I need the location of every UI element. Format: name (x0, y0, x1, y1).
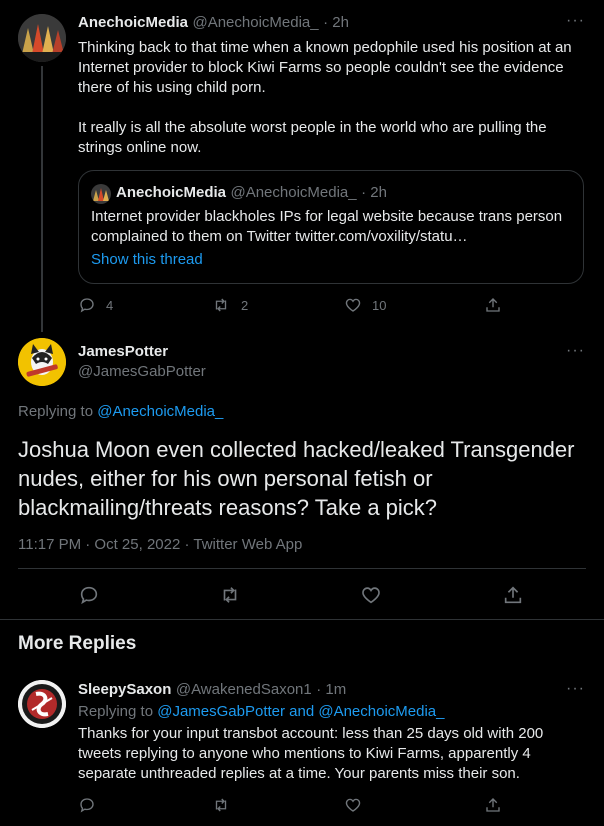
retweet-icon (223, 587, 237, 603)
tweet-timestamp[interactable]: 11:17 PM · Oct 25, 2022 · Twitter Web Ap… (18, 536, 302, 553)
replying-to: Replying to @AnechoicMedia_ (18, 403, 223, 420)
replying-to-link[interactable]: @AnechoicMedia_ (97, 403, 223, 420)
replying-to-label: Replying to (18, 403, 94, 420)
reply-button[interactable] (78, 584, 100, 606)
show-thread-link[interactable]: Show this thread (91, 251, 203, 268)
author-handle[interactable]: @JamesGabPotter (78, 363, 206, 380)
author-name[interactable]: SleepySaxon (78, 681, 171, 698)
like-button[interactable]: 10 (344, 296, 386, 314)
quote-time: · 2h (361, 184, 387, 201)
reply-icon (80, 298, 94, 313)
like-button[interactable] (344, 796, 362, 814)
more-options-icon[interactable]: ··· (566, 12, 585, 30)
tweet-text: Thinking back to that time when a known … (78, 38, 583, 158)
replying-to-label: Replying to (78, 703, 154, 720)
replying-to: Replying to @JamesGabPotter and @Anechoi… (78, 703, 445, 720)
replying-to-link[interactable]: @JamesGabPotter and @AnechoicMedia_ (157, 703, 444, 720)
anechoic-chamber-icon (93, 188, 109, 201)
more-replies-heading: More Replies (18, 633, 137, 654)
tweet-time[interactable]: · 2h (323, 14, 349, 31)
quoted-tweet[interactable]: AnechoicMedia @AnechoicMedia_ · 2h Inter… (78, 170, 584, 284)
anechoic-chamber-icon (18, 14, 66, 62)
more-options-icon[interactable]: ··· (566, 680, 585, 698)
heart-icon (345, 798, 361, 812)
author-handle[interactable]: @AwakenedSaxon1 (176, 681, 312, 698)
avatar-sleepysaxon[interactable] (18, 680, 66, 728)
retweet-icon (215, 298, 227, 312)
reply-icon (80, 586, 98, 605)
author-name[interactable]: AnechoicMedia (78, 14, 188, 31)
share-button[interactable] (502, 584, 524, 606)
quote-text: Internet provider blackholes IPs for leg… (91, 208, 563, 245)
retweet-count: 2 (241, 297, 249, 313)
like-count: 10 (372, 297, 387, 313)
heart-icon (345, 298, 361, 312)
share-icon (486, 798, 500, 812)
tweet-text-paragraph: Thinking back to that time when a known … (78, 39, 572, 96)
retweet-icon (215, 798, 227, 812)
share-icon (486, 298, 500, 312)
reply-button[interactable]: 4 (78, 296, 113, 314)
reply-button[interactable] (78, 796, 96, 814)
avatar-jamespotter[interactable] (18, 338, 66, 386)
divider (18, 568, 586, 569)
more-options-icon[interactable]: ··· (566, 342, 585, 360)
retweet-button[interactable] (211, 796, 231, 814)
quote-author-name: AnechoicMedia (116, 184, 227, 201)
share-button[interactable] (484, 296, 502, 314)
author-handle[interactable]: @AnechoicMedia_ (192, 14, 318, 31)
tweet-text: Thanks for your input transbot account: … (78, 725, 544, 782)
quote-author-handle: @AnechoicMedia_ (230, 184, 357, 201)
thread-line (41, 66, 43, 332)
saxon-emblem-icon (18, 680, 66, 728)
author-name[interactable]: JamesPotter (78, 343, 206, 360)
heart-icon (362, 587, 380, 604)
like-button[interactable] (360, 584, 382, 606)
dog-avatar-icon (18, 338, 66, 386)
retweet-button[interactable] (218, 584, 242, 606)
divider (0, 619, 604, 620)
share-icon (504, 586, 522, 604)
quote-avatar (91, 184, 111, 204)
reply-icon (80, 798, 94, 813)
avatar-anechoicmedia[interactable] (18, 14, 66, 62)
tweet-time[interactable]: · 1m (316, 681, 346, 698)
share-button[interactable] (484, 796, 502, 814)
retweet-button[interactable]: 2 (211, 296, 248, 314)
focused-tweet-text: Joshua Moon even collected hacked/leaked… (18, 437, 575, 520)
tweet-text-paragraph: It really is all the absolute worst peop… (78, 119, 547, 156)
reply-count: 4 (106, 297, 114, 313)
